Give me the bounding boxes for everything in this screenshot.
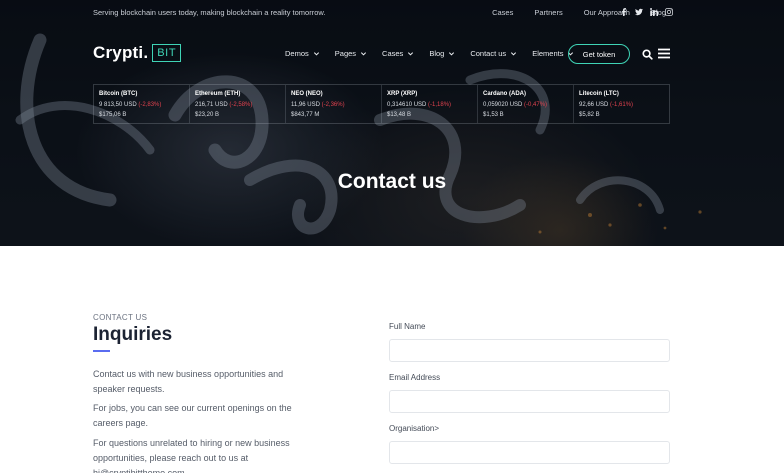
hero-section: Serving blockchain users today, making b… (0, 0, 784, 246)
page-title: Contact us (337, 170, 447, 193)
full-name-label: Full Name (389, 322, 426, 331)
social-links (616, 6, 676, 18)
inquiries-paragraph: For questions unrelated to hiring or new… (93, 438, 290, 473)
get-token-button[interactable]: Get token (568, 44, 630, 64)
ticker-coin-name: XRP (XRP) (387, 91, 418, 97)
hamburger-menu-icon[interactable] (658, 48, 670, 59)
tagline: Serving blockchain users today, making b… (93, 8, 326, 17)
chevron-down-icon (313, 52, 319, 56)
nav-contact-us[interactable]: Contact us (470, 49, 517, 58)
site-logo[interactable]: Crypti. BIT (93, 43, 182, 63)
ticker-change: (-2,83%) (138, 102, 162, 108)
ticker-item: Cardano (ADA) 0,059020 USD (-0,47%) $1,5… (478, 85, 574, 123)
full-name-field[interactable] (389, 339, 670, 362)
ticker-price-value: 0,059020 USD (483, 102, 523, 108)
crypto-ticker: Bitcoin (BTC) 9 813,50 USD (-2,83%) $175… (93, 84, 670, 124)
toplink-cases[interactable]: Cases (492, 8, 513, 17)
nav-contact-us-label: Contact us (470, 49, 507, 58)
chevron-down-icon (360, 52, 367, 56)
nav-cases[interactable]: Cases (382, 49, 414, 58)
ticker-change: (-2,58%) (229, 102, 253, 108)
ticker-price: 11,96 USD (-2,36%) (291, 102, 381, 108)
ticker-price: 9 813,50 USD (-2,83%) (99, 102, 189, 108)
ticker-price-value: 92,66 USD (579, 102, 609, 108)
email-field[interactable] (389, 390, 670, 413)
heading-underline (93, 350, 110, 352)
nav-demos[interactable]: Demos (285, 49, 320, 58)
ticker-price-value: 11,96 USD (291, 102, 320, 108)
toplink-partners[interactable]: Partners (534, 8, 562, 17)
nav-pages[interactable]: Pages (335, 49, 367, 58)
section-eyebrow: Contact us (93, 313, 148, 322)
nav-blog[interactable]: Blog (429, 49, 455, 58)
ticker-coin-name: NEO (NEO) (291, 91, 323, 97)
nav-pages-label: Pages (334, 49, 357, 58)
instagram-icon[interactable] (661, 6, 676, 18)
linkedin-icon[interactable] (646, 6, 661, 18)
nav-demos-label: Demos (285, 49, 309, 58)
nav-cases-label: Cases (382, 49, 404, 58)
ticker-change: (-2,36%) (321, 102, 345, 108)
facebook-icon[interactable] (616, 6, 631, 18)
organisation-field[interactable] (389, 441, 670, 464)
ticker-item: XRP (XRP) 0,314610 USD (-1,18%) $13,48 B (382, 85, 478, 123)
logo-text: Crypti. (93, 43, 149, 62)
logo-badge: BIT (152, 44, 182, 62)
nav-blog-label: Blog (429, 49, 445, 58)
ticker-change: (-1,18%) (428, 102, 452, 108)
ticker-market-cap: $175,06 B (99, 112, 127, 118)
top-bar: Serving blockchain users today, making b… (0, 0, 784, 26)
ticker-coin-name: Ethereum (ETH) (195, 91, 241, 97)
ticker-price-value: 9 813,50 USD (99, 102, 137, 108)
ticker-item: NEO (NEO) 11,96 USD (-2,36%) $843,77 M (286, 85, 382, 123)
ticker-market-cap: $5,82 B (579, 112, 600, 118)
nav-elements-label: Elements (532, 49, 564, 58)
ticker-coin-name: Cardano (ADA) (483, 91, 526, 97)
ticker-price: 92,66 USD (-1,61%) (579, 102, 669, 108)
inquiries-paragraph: Contact us with new business opportuniti… (93, 369, 284, 394)
ticker-item: Bitcoin (BTC) 9 813,50 USD (-2,83%) $175… (94, 85, 190, 123)
chevron-down-icon (511, 52, 517, 56)
main-nav: Demos Pages Cases Blog Contact us Elemen… (285, 49, 589, 58)
chevron-down-icon (408, 52, 414, 56)
ticker-market-cap: $1,53 B (483, 112, 504, 118)
section-heading: Inquiries (93, 324, 173, 345)
organisation-label: Organisation> (389, 424, 440, 433)
search-icon[interactable] (642, 49, 653, 60)
ticker-item: Litecoin (LTC) 92,66 USD (-1,61%) $5,82 … (574, 85, 669, 123)
email-label: Email Address (389, 373, 441, 382)
ticker-market-cap: $843,77 M (291, 112, 320, 118)
ticker-price: 216,71 USD (-2,58%) (195, 102, 285, 108)
ticker-market-cap: $23,20 B (195, 112, 220, 118)
twitter-icon[interactable] (631, 6, 646, 18)
ticker-coin-name: Bitcoin (BTC) (99, 91, 138, 97)
ticker-change: (-1,61%) (610, 102, 634, 108)
ticker-item: Ethereum (ETH) 216,71 USD (-2,58%) $23,2… (190, 85, 286, 123)
ticker-price-value: 0,314610 USD (387, 102, 427, 108)
ticker-change: (-0,47%) (524, 102, 548, 108)
inquiries-paragraph: For jobs, you can see our current openin… (93, 403, 292, 428)
ticker-price: 0,314610 USD (-1,18%) (387, 102, 477, 108)
ticker-coin-name: Litecoin (LTC) (579, 91, 619, 97)
ticker-price: 0,059020 USD (-0,47%) (483, 102, 573, 108)
ticker-market-cap: $13,48 B (387, 112, 412, 118)
chevron-down-icon (449, 52, 455, 56)
ticker-price-value: 216,71 USD (195, 102, 228, 108)
